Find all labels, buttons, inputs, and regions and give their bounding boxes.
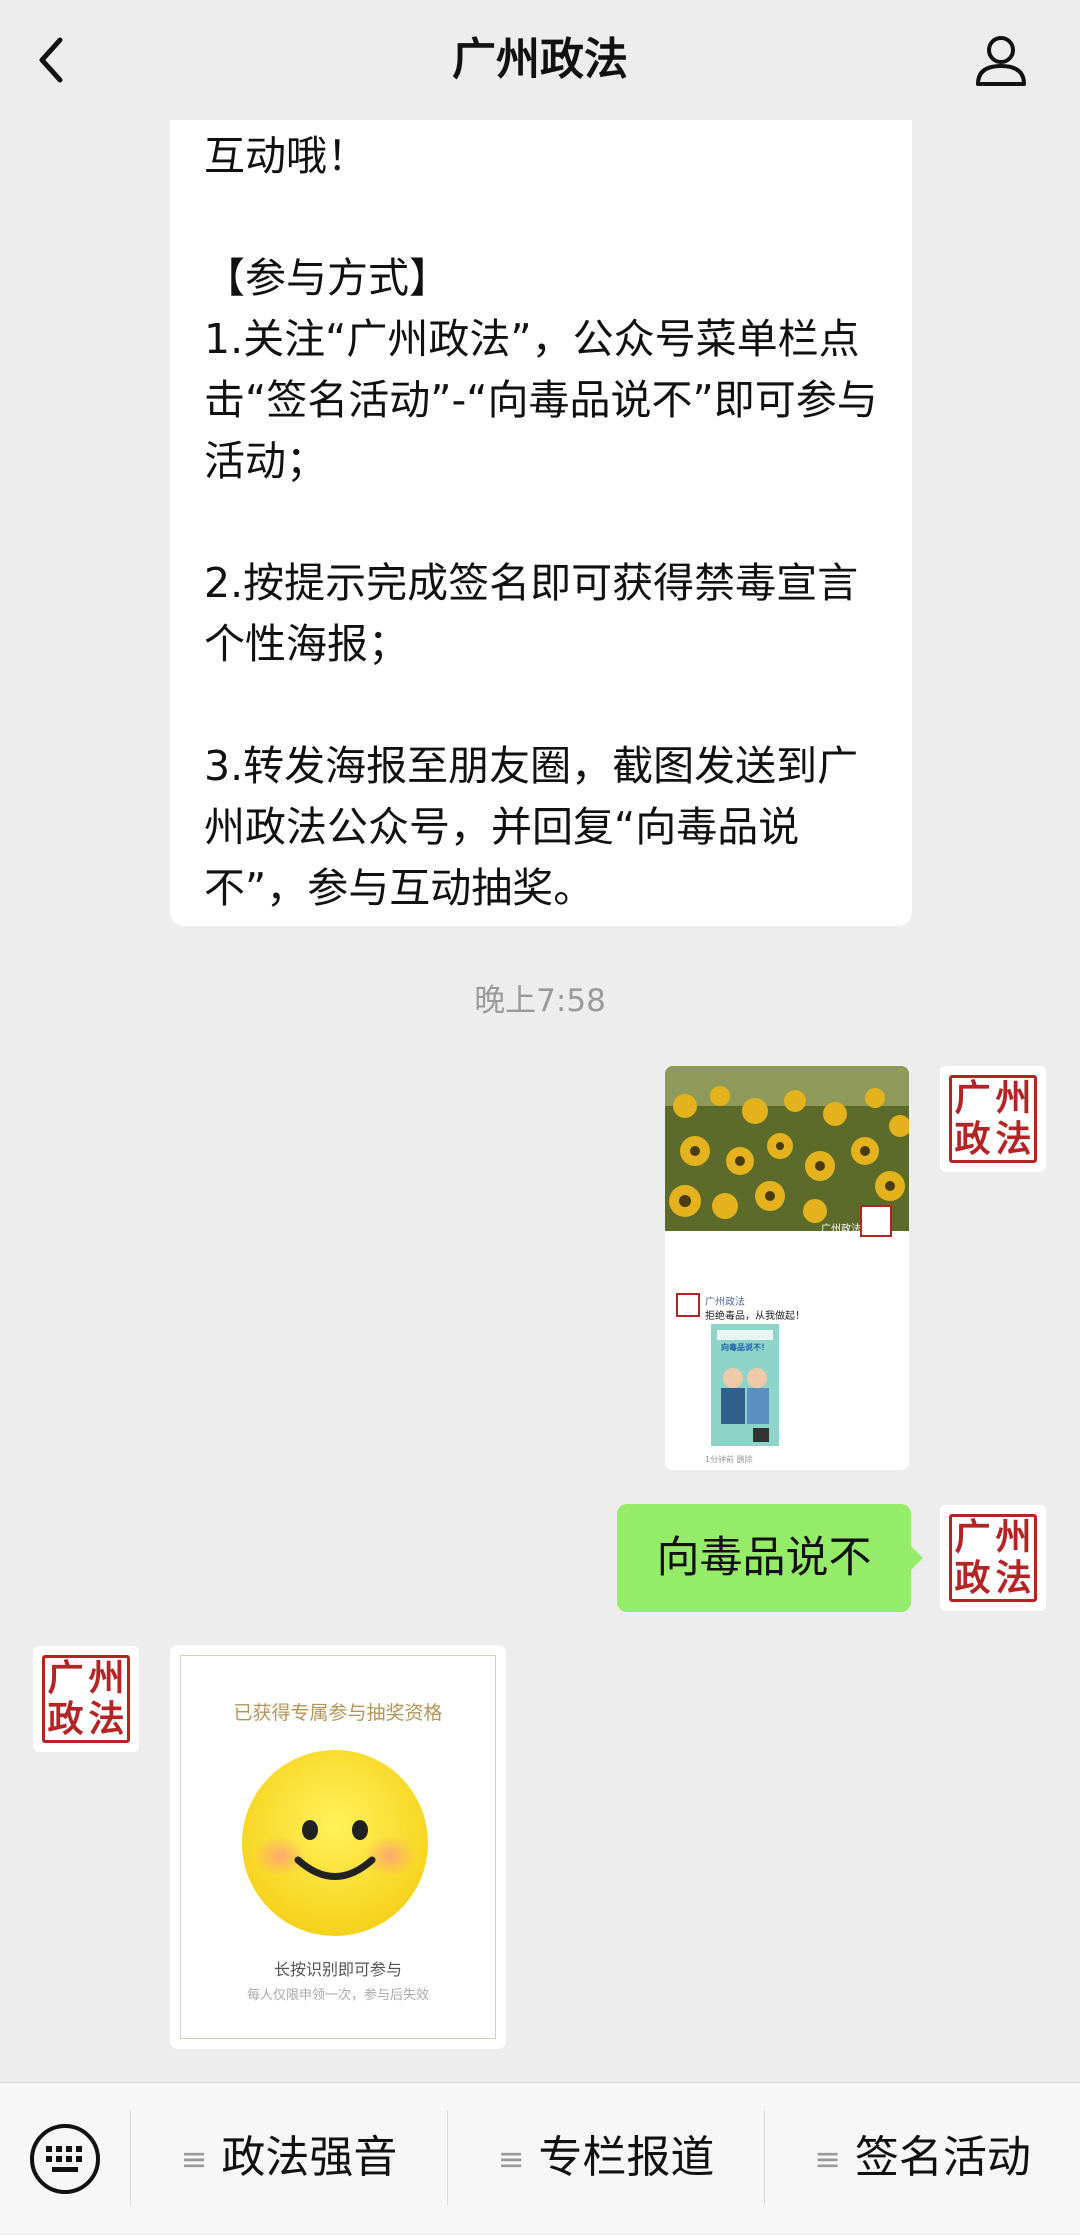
profile-icon[interactable] (970, 30, 1032, 92)
seal-logo: 广州 政法 (42, 1655, 130, 1743)
smiley-face-icon (240, 1748, 430, 1942)
menu-item-politics[interactable]: ≡ 政法强音 (131, 2082, 447, 2233)
menu-list-icon: ≡ (180, 2140, 208, 2178)
seal-logo: 广州 政法 (949, 1514, 1037, 1602)
sunflower-screenshot (665, 1066, 909, 1470)
keyboard-icon[interactable] (28, 2122, 102, 2200)
image-caption: 拒绝毒品，从我做起！ (705, 1311, 805, 1322)
message-text: 互动哦！ 【参与方式】 1.关注“广州政法”，公众号菜单栏点击“签名活动”-“向… (204, 132, 878, 912)
sent-message-text: 向毒品说不 (656, 1533, 872, 1583)
seal-logo: 广州 政法 (949, 1075, 1037, 1163)
lottery-title: 已获得专属参与抽奖资格 (233, 1702, 443, 1724)
avatar[interactable]: 广州 政法 (940, 1505, 1046, 1611)
image-account-name: 广州政法 (705, 1297, 745, 1308)
avatar[interactable]: 广州 政法 (940, 1066, 1046, 1172)
timestamp: 晚上7:58 (474, 983, 606, 1019)
page-title: 广州政法 (452, 34, 628, 85)
avatar[interactable]: 广州 政法 (33, 1646, 139, 1752)
menu-item-label: 专栏报道 (538, 2132, 715, 2183)
menu-item-label: 签名活动 (854, 2132, 1031, 2183)
image-meta: 1分钟前 删除 (705, 1455, 753, 1464)
poster-title: 向毒品说不！ (721, 1343, 769, 1352)
lottery-note: 每人仅限申领一次，参与后失效 (246, 1988, 429, 2003)
menu-list-icon: ≡ (814, 2140, 841, 2178)
image-watermark: 广州政法 (821, 1224, 861, 1235)
menu-item-signature[interactable]: ≡ 签名活动 (765, 2082, 1080, 2233)
bubble-tail (909, 1544, 923, 1572)
lottery-action: 长按识别即可参与 (273, 1960, 402, 1979)
menu-list-icon: ≡ (497, 2140, 525, 2178)
sent-image[interactable]: 广州政法 广州政法 拒绝毒品，从我做起！ 向毒品说不！ 1分钟前 删除 (665, 1066, 909, 1470)
menu-item-label: 政法强音 (221, 2132, 398, 2183)
menu-item-column[interactable]: ≡ 专栏报道 (448, 2082, 764, 2233)
